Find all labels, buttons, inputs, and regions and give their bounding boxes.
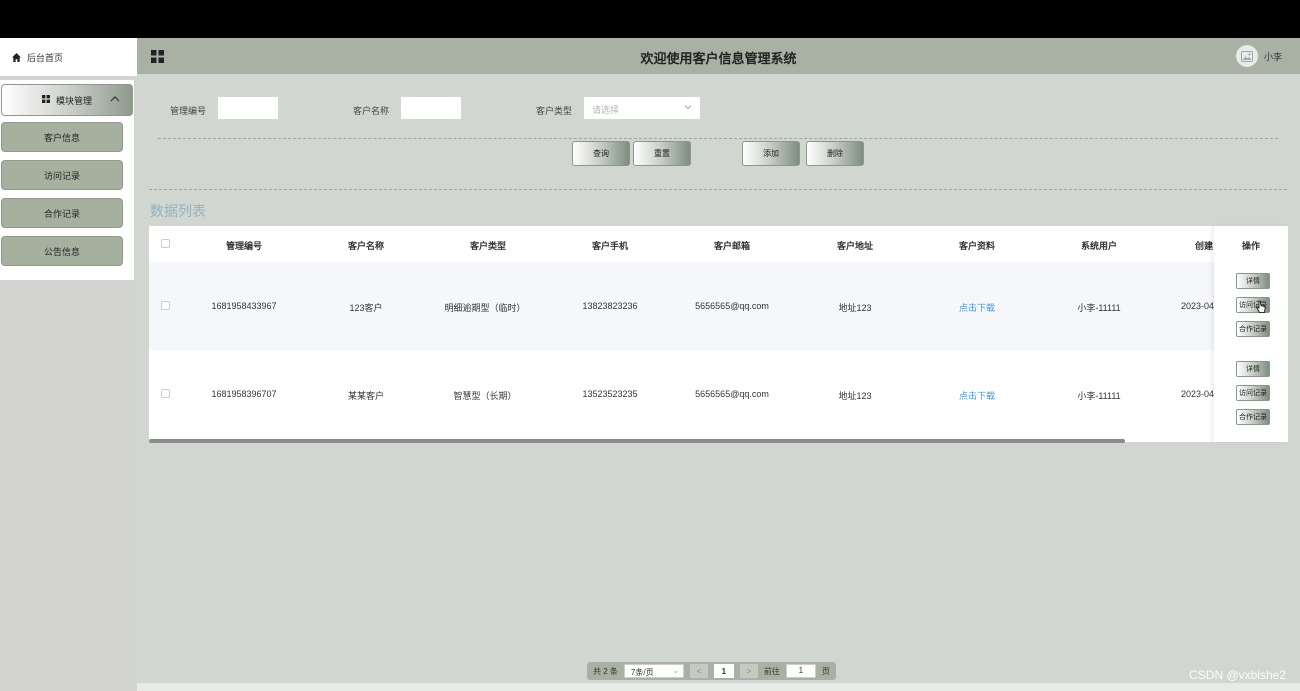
sidebar-home-label: 后台首页 (27, 52, 64, 63)
avatar (1235, 45, 1258, 67)
column-header: 创建 (1194, 241, 1214, 251)
column-header: 客户地址 (836, 241, 874, 251)
module-management-toggle[interactable]: 模块管理 (1, 84, 133, 116)
window-top-bar (0, 0, 1300, 38)
operations-column: 操作 详情 访问记录 合作记录 详情 访问记录 合作记录 (1214, 226, 1288, 442)
cell-user: 小李-11111 (1077, 303, 1121, 313)
search-name-input[interactable] (400, 96, 462, 120)
cell-address: 地址123 (838, 391, 872, 401)
module-management-label: 模块管理 (55, 95, 92, 106)
download-link[interactable]: 点击下载 (959, 301, 995, 314)
column-header: 客户手机 (591, 241, 629, 251)
home-icon (12, 52, 21, 62)
sidebar-item-visit-records[interactable]: 访问记录 (1, 160, 123, 190)
cell-id: 1681958433967 (211, 301, 277, 311)
cell-email: 5656565@qq.com (695, 389, 769, 399)
cell-name: 123客户 (349, 303, 383, 313)
operations-header: 操作 (1241, 241, 1260, 251)
detail-button[interactable]: 详情 (1236, 273, 1270, 289)
top-header: 欢迎使用客户信息管理系统 小李 (137, 38, 1300, 74)
sidebar-item-label: 客户信息 (43, 132, 80, 143)
sidebar-item-announcements[interactable]: 公告信息 (1, 236, 123, 266)
cooperation-records-button[interactable]: 合作记录 (1236, 321, 1270, 337)
prev-page-button[interactable]: < (689, 664, 708, 678)
reset-button[interactable]: 重置 (633, 141, 691, 166)
query-button[interactable]: 查询 (572, 141, 630, 166)
download-link[interactable]: 点击下载 (959, 389, 995, 402)
chevron-up-icon (110, 95, 120, 106)
cell-created: 2023-04- (1180, 389, 1218, 399)
cell-phone: 13823823236 (582, 301, 638, 311)
grid-icon (41, 95, 50, 105)
cell-id: 1681958396707 (211, 389, 277, 399)
cell-phone: 13523523235 (582, 389, 638, 399)
chevron-down-icon (684, 102, 692, 112)
main-content: 管理编号 客户名称 客户类型 请选择 查询 重置 添加 删除 数据列表 管理编号… (137, 74, 1300, 691)
sidebar-menu-panel: 模块管理 客户信息 访问记录 合作记录 公告信息 (0, 80, 134, 280)
next-page-button[interactable]: > (739, 664, 758, 678)
customer-type-placeholder: 请选择 (592, 105, 620, 115)
total-count: 共 2 条 (593, 666, 618, 676)
cell-address: 地址123 (838, 303, 872, 313)
cell-user: 小李-11111 (1077, 391, 1121, 401)
search-name-label: 客户名称 (353, 106, 390, 116)
current-page[interactable]: 1 (713, 664, 734, 678)
page-size-select[interactable]: 7条/页 ⌄ (623, 664, 684, 678)
column-header: 管理编号 (225, 241, 263, 251)
column-header: 客户邮箱 (713, 241, 751, 251)
select-all-checkbox[interactable] (161, 239, 170, 248)
table-header: 管理编号 客户名称 客户类型 客户手机 客户邮箱 客户地址 客户资料 系统用户 … (149, 226, 1288, 262)
column-header: 客户名称 (347, 241, 385, 251)
data-table: 管理编号 客户名称 客户类型 客户手机 客户邮箱 客户地址 客户资料 系统用户 … (149, 226, 1288, 442)
watermark: CSDN @vxbishe2 (1189, 668, 1286, 682)
pagination: 共 2 条 7条/页 ⌄ < 1 > 前往 1 页 (587, 662, 836, 680)
column-header: 客户类型 (469, 241, 507, 251)
add-button[interactable]: 添加 (742, 141, 800, 166)
column-header: 客户资料 (958, 241, 996, 251)
row-checkbox[interactable] (161, 389, 170, 398)
chevron-down-icon: ⌄ (672, 666, 679, 675)
customer-type-select[interactable]: 请选择 (583, 96, 701, 120)
sidebar-item-label: 访问记录 (43, 170, 80, 181)
divider (149, 189, 1287, 190)
sidebar-home-link[interactable]: 后台首页 (0, 38, 137, 76)
cell-created: 2023-04- (1180, 301, 1218, 311)
cell-type: 智慧型（长期） (453, 391, 517, 401)
table-row: 1681958396707 某某客户 智慧型（长期） 13523523235 5… (149, 350, 1288, 438)
cooperation-records-button[interactable]: 合作记录 (1236, 409, 1270, 425)
username: 小李 (1263, 51, 1282, 62)
row-checkbox[interactable] (161, 301, 170, 310)
search-id-label: 管理编号 (170, 106, 207, 116)
data-list-title: 数据列表 (150, 203, 206, 219)
image-icon (1240, 50, 1253, 62)
column-header: 系统用户 (1080, 241, 1118, 251)
cell-type: 明细逾期型（临时） (444, 303, 526, 313)
main-bottom-strip (137, 683, 1300, 691)
search-type-label: 客户类型 (536, 106, 573, 116)
visit-records-button[interactable]: 访问记录 (1236, 385, 1270, 401)
sidebar: 后台首页 模块管理 客户信息 访问记录 合作记录 公告信息 (0, 38, 137, 691)
sidebar-item-label: 公告信息 (43, 246, 80, 257)
cell-name: 某某客户 (347, 391, 385, 401)
goto-page-input[interactable]: 1 (785, 664, 816, 678)
detail-button[interactable]: 详情 (1236, 361, 1270, 377)
table-row: 1681958433967 123客户 明细逾期型（临时） 1382382323… (149, 262, 1288, 350)
page-size-value: 7条/页 (630, 668, 654, 677)
page-suffix: 页 (821, 666, 830, 676)
search-id-input[interactable] (217, 96, 279, 120)
cell-email: 5656565@qq.com (695, 301, 769, 311)
divider (158, 138, 1278, 139)
sidebar-item-customer-info[interactable]: 客户信息 (1, 122, 123, 152)
goto-label: 前往 (763, 666, 780, 676)
horizontal-scrollbar[interactable] (149, 439, 1125, 443)
user-menu[interactable]: 小李 (1235, 45, 1282, 67)
sidebar-item-cooperation-records[interactable]: 合作记录 (1, 198, 123, 228)
sidebar-item-label: 合作记录 (43, 208, 80, 219)
hand-cursor-icon (1256, 300, 1266, 317)
delete-button[interactable]: 删除 (806, 141, 864, 166)
page-title: 欢迎使用客户信息管理系统 (640, 51, 797, 66)
